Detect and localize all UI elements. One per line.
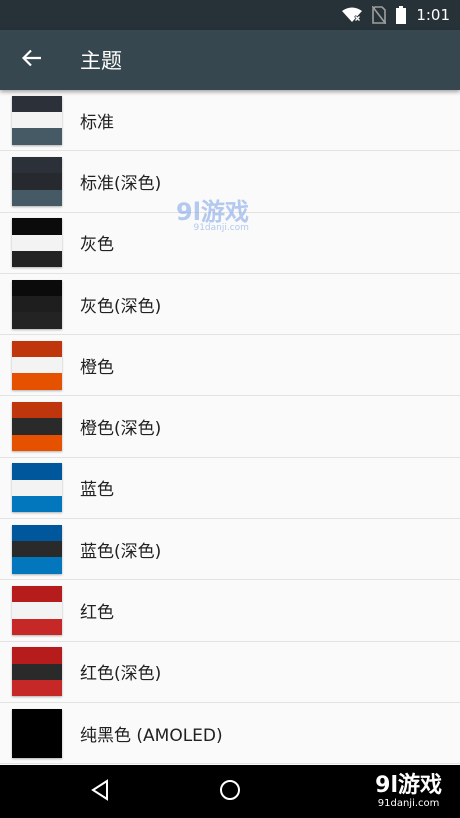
theme-item-red-dark[interactable]: 红色(深色) <box>0 641 460 703</box>
triangle-back-icon <box>90 778 110 805</box>
battery-icon <box>396 6 407 24</box>
no-sim-icon <box>372 6 387 24</box>
theme-swatch <box>12 708 62 758</box>
theme-swatch <box>12 218 62 268</box>
theme-item-red[interactable]: 红色 <box>0 580 460 642</box>
theme-label: 标准(深色) <box>80 173 162 194</box>
nav-home-button[interactable] <box>165 765 295 818</box>
theme-label: 纯黑色 (AMOLED) <box>80 725 223 746</box>
theme-item-gray-dark[interactable]: 灰色(深色) <box>0 273 460 336</box>
theme-swatch <box>12 279 62 329</box>
theme-label: 灰色 <box>80 235 114 256</box>
theme-swatch <box>12 524 62 574</box>
theme-label: 橙色 <box>80 357 114 378</box>
theme-list: 标准 标准(深色) 灰色 灰色(深色) 橙色 橙色(深色) 蓝色 蓝色(深色) … <box>0 90 460 765</box>
theme-label: 橙色(深色) <box>80 419 162 440</box>
status-time: 1:01 <box>416 6 450 24</box>
navigation-bar: 9l游戏 91danji.com <box>0 765 460 818</box>
back-button[interactable] <box>0 30 64 90</box>
theme-item-orange[interactable]: 橙色 <box>0 335 460 397</box>
app-bar: 主题 <box>0 30 460 90</box>
theme-label: 红色(深色) <box>80 664 162 685</box>
status-bar: 1:01 <box>0 0 460 30</box>
theme-item-standard[interactable]: 标准 <box>0 90 460 152</box>
theme-label: 蓝色(深色) <box>80 541 162 562</box>
theme-swatch <box>12 586 62 635</box>
page-title: 主题 <box>80 49 122 73</box>
theme-label: 红色 <box>80 603 114 624</box>
theme-label: 标准 <box>80 112 114 133</box>
theme-item-gray[interactable]: 灰色 <box>0 212 460 274</box>
theme-label: 灰色(深色) <box>80 296 162 317</box>
theme-label: 蓝色 <box>80 480 114 501</box>
theme-item-standard-dark[interactable]: 标准(深色) <box>0 151 460 213</box>
theme-swatch <box>12 340 62 390</box>
theme-swatch <box>12 463 62 513</box>
theme-item-blue[interactable]: 蓝色 <box>0 457 460 520</box>
nav-back-button[interactable] <box>35 765 165 818</box>
theme-item-amoled[interactable]: 纯黑色 (AMOLED) <box>0 702 460 765</box>
watermark-main-text: 9l游戏 <box>375 773 442 798</box>
theme-item-blue-dark[interactable]: 蓝色(深色) <box>0 519 460 581</box>
watermark-sub-text: 91danji.com <box>377 798 440 809</box>
theme-item-orange-dark[interactable]: 橙色(深色) <box>0 396 460 458</box>
theme-swatch <box>12 647 62 697</box>
watermark-corner: 9l游戏 91danji.com <box>375 774 442 810</box>
arrow-back-icon <box>21 49 42 71</box>
circle-home-icon <box>219 779 241 805</box>
wifi-off-icon <box>342 7 363 23</box>
theme-swatch <box>12 402 62 452</box>
theme-swatch <box>12 95 62 145</box>
theme-swatch <box>12 156 62 206</box>
